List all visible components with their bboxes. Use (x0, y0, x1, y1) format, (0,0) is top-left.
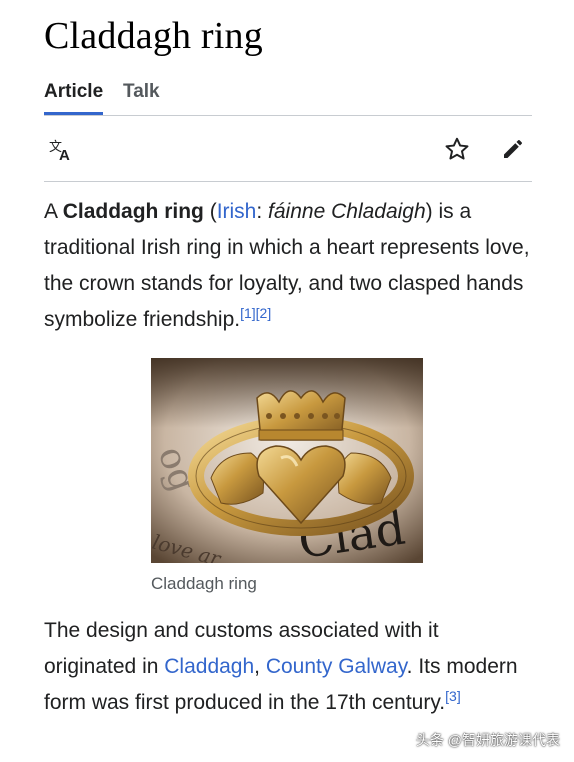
claddagh-link[interactable]: Claddagh (164, 655, 254, 678)
figure-caption: Claddagh ring (151, 574, 257, 593)
county-galway-link[interactable]: County Galway (266, 655, 407, 678)
page-title: Claddagh ring (44, 15, 263, 57)
translate-icon[interactable]: 文 A (48, 136, 76, 169)
irish-language-link[interactable]: Irish (217, 200, 257, 223)
lead-paragraph: A Claddagh ring (Irish: fáinne Chladaigh… (44, 200, 530, 331)
tab-article[interactable]: Article (44, 81, 104, 115)
reference-2[interactable]: [2] (256, 305, 272, 321)
pencil-icon[interactable] (501, 137, 525, 166)
irish-name: fáinne Chladaigh (268, 200, 426, 223)
watermark: 头条 @智妍旅游课代表 (415, 732, 560, 748)
svg-text:A: A (59, 147, 70, 164)
tab-divider (44, 115, 532, 116)
reference-3[interactable]: [3] (445, 688, 461, 704)
bold-title: Claddagh ring (62, 200, 204, 223)
toolbar-divider (44, 181, 532, 182)
star-icon[interactable] (444, 136, 470, 167)
claddagh-ring-image[interactable]: og love ar Clad (151, 358, 423, 563)
body-paragraph: The design and customs associated with i… (44, 619, 518, 714)
reference-1[interactable]: [1] (240, 305, 256, 321)
tab-talk[interactable]: Talk (123, 81, 160, 103)
